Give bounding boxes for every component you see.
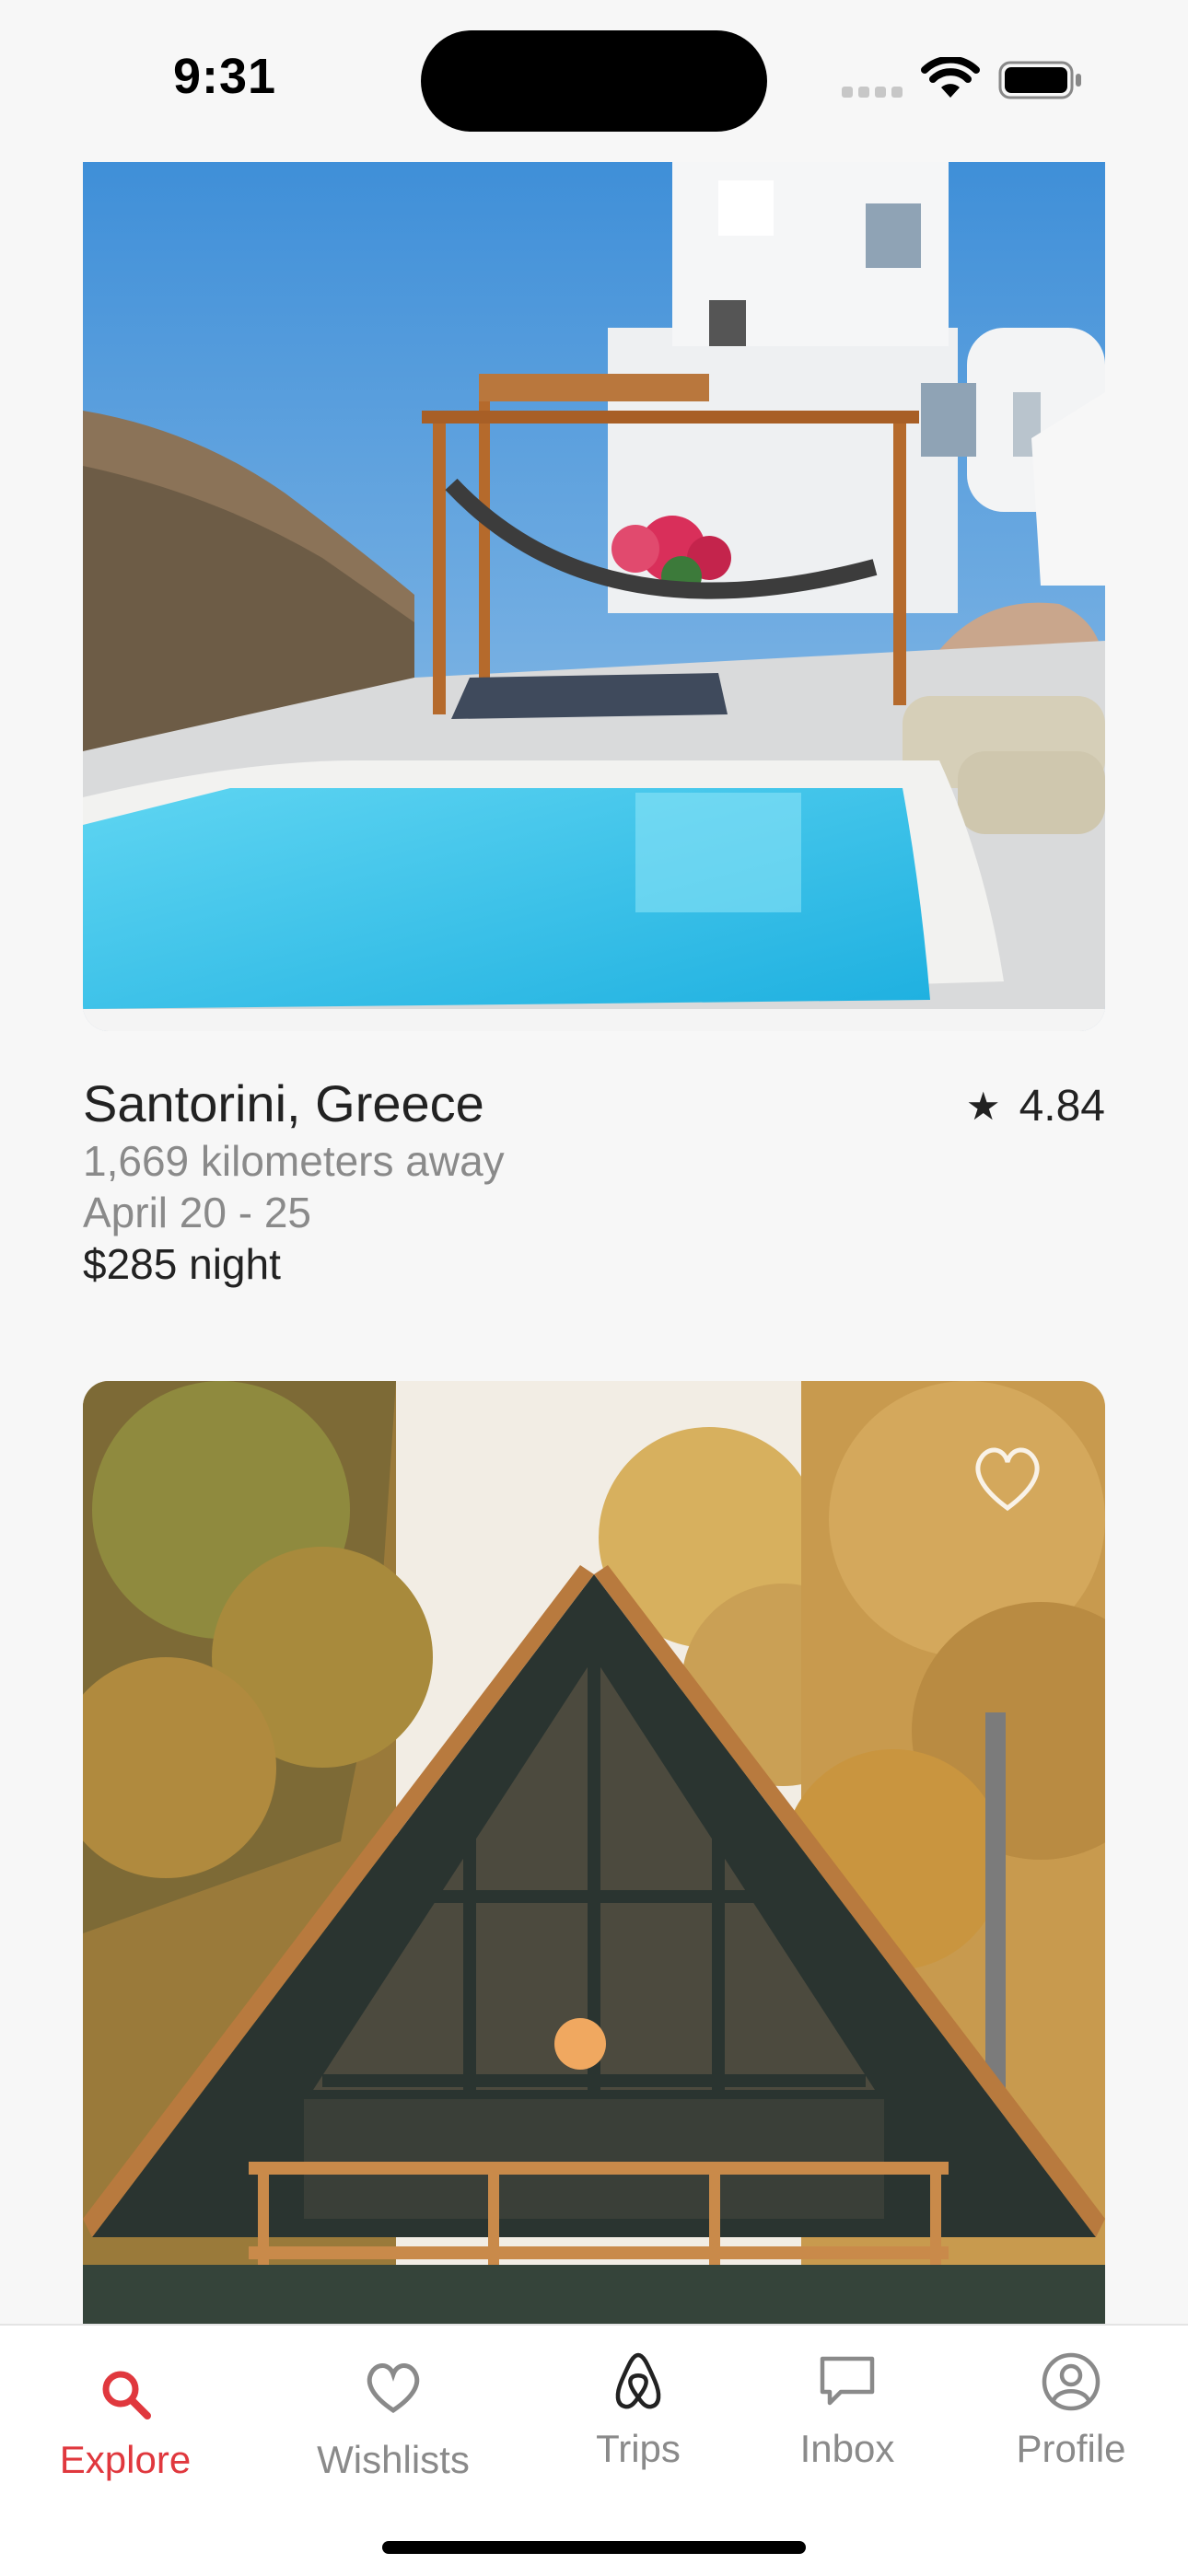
tab-profile[interactable]: Profile (961, 2326, 1182, 2510)
price-unit: night (177, 1240, 281, 1288)
heart-outline-icon[interactable] (971, 1444, 1044, 1512)
listing-title: Santorini, Greece (83, 1074, 484, 1132)
message-icon (820, 2356, 875, 2406)
tab-label: Explore (59, 2438, 192, 2481)
tab-label: Inbox (799, 2427, 895, 2470)
tab-inbox[interactable]: Inbox (737, 2326, 958, 2510)
listing-dates: April 20 - 25 (83, 1189, 312, 1236)
home-indicator[interactable] (382, 2541, 806, 2554)
battery-icon (998, 61, 1081, 99)
tab-label: Wishlists (317, 2438, 470, 2481)
star-icon: ★ (965, 1084, 1001, 1128)
tab-bar: Explore Wishlists Trips Inbox Profile (0, 2324, 1188, 2576)
listing-price: $285 night (83, 1239, 281, 1289)
heart-icon (367, 2363, 420, 2414)
tab-wishlists[interactable]: Wishlists (283, 2326, 504, 2510)
pool-villa-photo (83, 162, 1105, 1031)
tab-explore[interactable]: Explore (15, 2326, 236, 2510)
tab-label: Trips (596, 2427, 681, 2470)
listing-distance: 1,669 kilometers away (83, 1137, 505, 1185)
tab-trips[interactable]: Trips (528, 2326, 749, 2510)
listing-photo[interactable] (83, 1381, 1105, 2324)
price-amount: $285 (83, 1240, 178, 1288)
dynamic-island (421, 30, 767, 132)
profile-icon (1042, 2352, 1101, 2411)
wifi-icon (921, 57, 980, 98)
tab-label: Profile (1016, 2427, 1126, 2470)
airbnb-logo-icon (615, 2352, 661, 2409)
cellular-signal-icon (842, 87, 903, 98)
status-bar: 9:31 (0, 0, 1188, 157)
rating-value: 4.84 (1019, 1082, 1105, 1131)
listing-info[interactable]: Santorini, Greece ★ 4.84 1,669 kilometer… (83, 1073, 1105, 1304)
search-icon (102, 2371, 151, 2419)
a-frame-cabin-photo (83, 1381, 1105, 2324)
listing-rating: ★ 4.84 (966, 1081, 1105, 1131)
status-time: 9:31 (173, 49, 277, 104)
listing-photo[interactable] (83, 162, 1105, 1031)
